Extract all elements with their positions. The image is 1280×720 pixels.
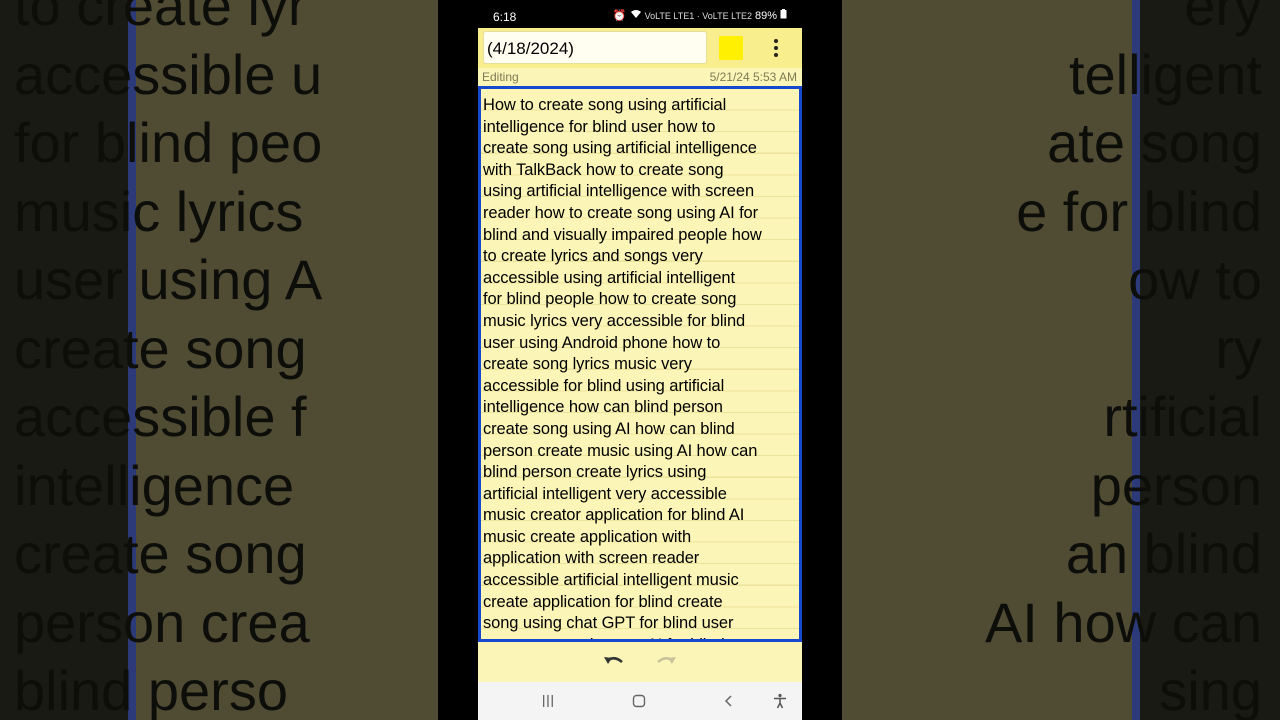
background-text-line: intelligence [14, 453, 295, 517]
status-icons: ⏰ VoLTE LTE1 · VoLTE LTE2 89% [613, 9, 787, 22]
alarm-icon: ⏰ [612, 10, 627, 22]
note-timestamp: 5/21/24 5:53 AM [709, 70, 797, 84]
note-body-line: music creator application for blind AI [483, 506, 745, 525]
note-body-line: create song lyrics music very [483, 355, 692, 374]
accessibility-icon[interactable] [769, 691, 791, 711]
background-text-line: rtificial [1103, 385, 1262, 448]
more-options-icon[interactable] [768, 36, 784, 60]
background-text-line: blind perso [14, 659, 288, 720]
background-text-line: sing [1159, 659, 1262, 720]
signal-label: VoLTE LTE1 · VoLTE LTE2 [644, 10, 752, 21]
note-body-line: user using Android phone how to [483, 333, 721, 352]
recent-apps-icon[interactable] [537, 691, 559, 711]
system-nav-bar [478, 682, 802, 720]
undo-redo-bar [478, 642, 802, 682]
note-body-line: blind and visually impaired people how [483, 225, 762, 244]
background-zoom-left: to create lyr accessible u for blind peo mu… [0, 0, 438, 720]
note-body-line: person create music using AI how can [483, 441, 758, 460]
note-body-line: for blind people how to create song [483, 290, 737, 309]
undo-icon[interactable] [602, 652, 626, 672]
note-body-line: accessible using artificial intelligent [483, 268, 735, 287]
status-bar: 6:18 ⏰ VoLTE LTE1 · VoLTE LTE2 89% [438, 0, 842, 28]
background-text-line: telligent [1068, 42, 1262, 106]
note-body-line: using artificial intelligence with scree… [483, 182, 755, 201]
note-body-line: artificial intelligent very accessible [483, 484, 727, 503]
note-body-line: blind person create lyrics using [483, 463, 707, 482]
note-body-line: create song using app AI for blind [483, 635, 799, 639]
note-body-line: create application for blind create [483, 592, 723, 611]
background-text-line: e for blind [1016, 179, 1262, 243]
battery-icon [780, 9, 787, 22]
background-text-line: ery [1184, 0, 1262, 37]
background-text-line: accessible f [14, 385, 307, 448]
background-text-right: ery telligent ate song e for blind ow to ry rt… [985, 0, 1262, 720]
note-body-line: reader how to create song using AI for [483, 203, 759, 222]
note-toolbar: (4/18/2024) [478, 28, 802, 68]
background-text-line: music lyrics [14, 179, 304, 243]
notepad-app: (4/18/2024) Editing 5/21/24 5:53 AM How … [478, 28, 802, 720]
background-text-line: user using A [14, 248, 323, 311]
background-text-line: AI how can [984, 590, 1262, 654]
note-body-line: accessible artificial intelligent music [483, 571, 739, 590]
note-body-line: music lyrics very accessible for blind [483, 311, 746, 330]
note-meta: Editing 5/21/24 5:53 AM [478, 68, 802, 86]
background-text-line: create song [14, 522, 307, 585]
note-body-line: create song using AI how can blind [483, 419, 735, 438]
background-text-line: accessible u [14, 42, 323, 106]
note-body-text[interactable]: How to create song using artificial intel… [483, 95, 799, 639]
back-icon[interactable] [718, 691, 740, 711]
background-text-line: ry [1215, 316, 1262, 380]
edit-mode-label: Editing [482, 70, 519, 84]
background-text-line: an blind [1065, 522, 1262, 585]
background-zoom-right: ery telligent ate song e for blind ow to ry rt… [842, 0, 1280, 720]
redo-icon[interactable] [654, 652, 678, 672]
status-time: 6:18 [493, 10, 517, 24]
home-icon[interactable] [628, 691, 650, 711]
note-body-line: application with screen reader [483, 549, 700, 568]
background-text-line: ate song [1047, 111, 1262, 174]
note-body-line: music create application with [483, 527, 692, 546]
note-body-line: with TalkBack how to create song [483, 160, 724, 179]
background-text-line: person crea [14, 590, 310, 654]
background-text-left: to create lyr accessible u for blind peo mu… [14, 0, 322, 720]
battery-text: 89% [754, 9, 777, 22]
note-body-line: song using chat GPT for blind user [483, 614, 734, 633]
background-text-line: person [1090, 453, 1262, 517]
note-body-line: create song using artificial intelligenc… [483, 139, 757, 158]
note-color-button[interactable] [719, 36, 743, 60]
background-text-line: create song [14, 316, 307, 380]
note-body-editor[interactable]: How to create song using artificial intel… [478, 86, 802, 642]
note-body-line: accessible for blind using artificial [483, 376, 725, 395]
background-text-line: ow to [1128, 248, 1262, 311]
phone-screen: 6:18 ⏰ VoLTE LTE1 · VoLTE LTE2 89% (4/18… [438, 0, 842, 720]
note-body-line: How to create song using artificial [483, 96, 727, 114]
wifi-icon [630, 9, 642, 22]
background-text-line: to create lyr [14, 0, 307, 37]
note-body-line: intelligence for blind user how to [483, 117, 716, 136]
background-text-line: for blind peo [14, 111, 323, 174]
note-body-line: to create lyrics and songs very [483, 247, 703, 266]
note-title-field[interactable]: (4/18/2024) [483, 31, 707, 64]
note-body-line: intelligence how can blind person [483, 398, 723, 417]
